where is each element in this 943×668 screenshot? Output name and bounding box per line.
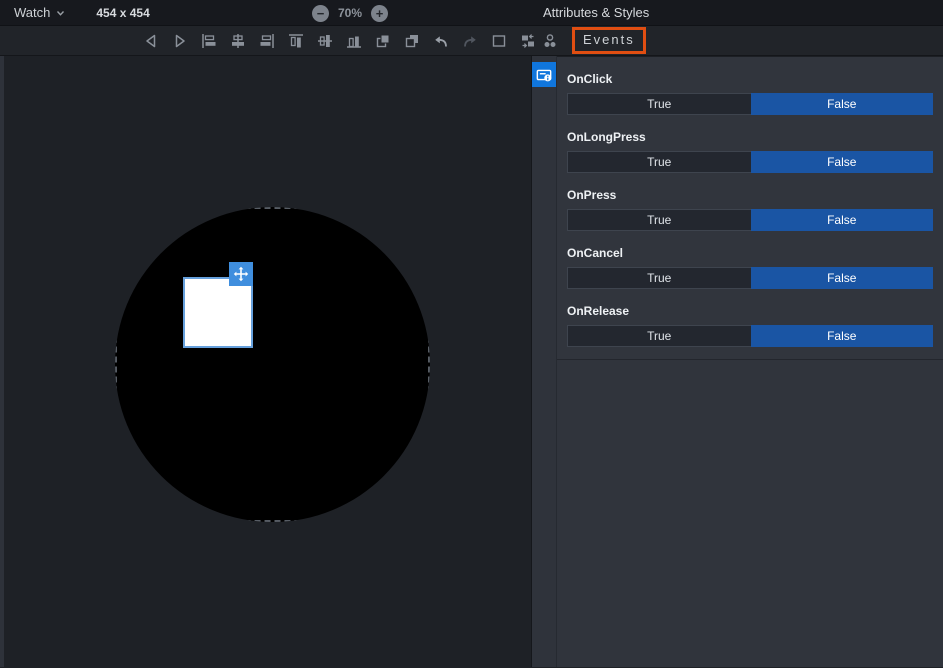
move-arrows-icon — [233, 266, 249, 282]
onpress-toggle: True False — [567, 209, 933, 231]
main-area: OnClick True False OnLongPress True Fals… — [0, 56, 943, 667]
redo-icon[interactable] — [461, 32, 479, 50]
next-icon[interactable] — [171, 32, 189, 50]
undo-icon[interactable] — [432, 32, 450, 50]
align-bottom-icon[interactable] — [345, 32, 363, 50]
event-name: OnClick — [567, 57, 933, 86]
toolbar — [0, 26, 537, 55]
event-name: OnCancel — [567, 231, 933, 260]
onpress-false-button[interactable]: False — [751, 209, 934, 231]
events-panel: OnClick True False OnLongPress True Fals… — [556, 56, 943, 667]
bring-forward-icon[interactable] — [374, 32, 392, 50]
previous-icon[interactable] — [142, 32, 160, 50]
oncancel-true-button[interactable]: True — [568, 268, 751, 288]
onlongpress-true-button[interactable]: True — [568, 152, 751, 172]
toolbar-row: Events — [0, 26, 943, 56]
align-horizontal-center-icon[interactable] — [229, 32, 247, 50]
onclick-false-button[interactable]: False — [751, 93, 934, 115]
canvas-left-edge — [0, 56, 4, 667]
swap-icon[interactable] — [519, 32, 537, 50]
event-name: OnPress — [567, 173, 933, 202]
panel-tabs-row: Events — [537, 26, 943, 55]
event-row-onlongpress: OnLongPress True False — [567, 115, 933, 173]
events-list: OnClick True False OnLongPress True Fals… — [557, 56, 943, 360]
zoom-out-button[interactable]: − — [312, 5, 329, 22]
marquee-icon[interactable] — [490, 32, 508, 50]
onclick-toggle: True False — [567, 93, 933, 115]
panel-icon-strip — [531, 56, 556, 667]
send-backward-icon[interactable] — [403, 32, 421, 50]
onlongpress-false-button[interactable]: False — [751, 151, 934, 173]
panel-empty-area — [557, 360, 943, 667]
onlongpress-toggle: True False — [567, 151, 933, 173]
design-canvas[interactable] — [0, 56, 531, 667]
event-name: OnLongPress — [567, 115, 933, 144]
zoom-in-button[interactable]: + — [371, 5, 388, 22]
zoom-controls: − 70% + — [312, 0, 388, 26]
chevron-down-icon — [55, 8, 66, 18]
oncancel-false-button[interactable]: False — [751, 267, 934, 289]
align-right-icon[interactable] — [258, 32, 276, 50]
canvas-dimensions: 454 x 454 — [96, 6, 149, 20]
device-dropdown-label: Watch — [14, 5, 50, 20]
event-row-onclick: OnClick True False — [567, 57, 933, 115]
zoom-level: 70% — [338, 6, 362, 20]
attributes-panel-icon — [534, 65, 554, 85]
attributes-panel-tab[interactable] — [532, 62, 557, 87]
event-name: OnRelease — [567, 289, 933, 318]
top-bar: Watch 454 x 454 − 70% + Attributes & Sty… — [0, 0, 943, 26]
onpress-true-button[interactable]: True — [568, 210, 751, 230]
event-row-onrelease: OnRelease True False — [567, 289, 933, 347]
onrelease-false-button[interactable]: False — [751, 325, 934, 347]
tab-events-label: Events — [583, 32, 635, 47]
tab-events[interactable]: Events — [572, 27, 646, 54]
onrelease-toggle: True False — [567, 325, 933, 347]
top-bar-left: Watch 454 x 454 − 70% + — [0, 0, 531, 25]
align-vertical-center-icon[interactable] — [316, 32, 334, 50]
onrelease-true-button[interactable]: True — [568, 326, 751, 346]
panel-title: Attributes & Styles — [543, 5, 649, 20]
device-dropdown[interactable]: Watch — [14, 5, 66, 20]
oncancel-toggle: True False — [567, 267, 933, 289]
move-handle[interactable] — [229, 262, 253, 286]
align-left-icon[interactable] — [200, 32, 218, 50]
group-tool[interactable] — [537, 32, 562, 50]
event-row-onpress: OnPress True False — [567, 173, 933, 231]
group-icon — [541, 32, 559, 50]
event-row-oncancel: OnCancel True False — [567, 231, 933, 289]
selected-square-element[interactable] — [183, 277, 253, 348]
watch-face-selection-bounds — [115, 207, 430, 522]
onclick-true-button[interactable]: True — [568, 94, 751, 114]
align-top-icon[interactable] — [287, 32, 305, 50]
watch-face-preview[interactable] — [115, 207, 430, 522]
panel-header: Attributes & Styles — [531, 0, 943, 25]
